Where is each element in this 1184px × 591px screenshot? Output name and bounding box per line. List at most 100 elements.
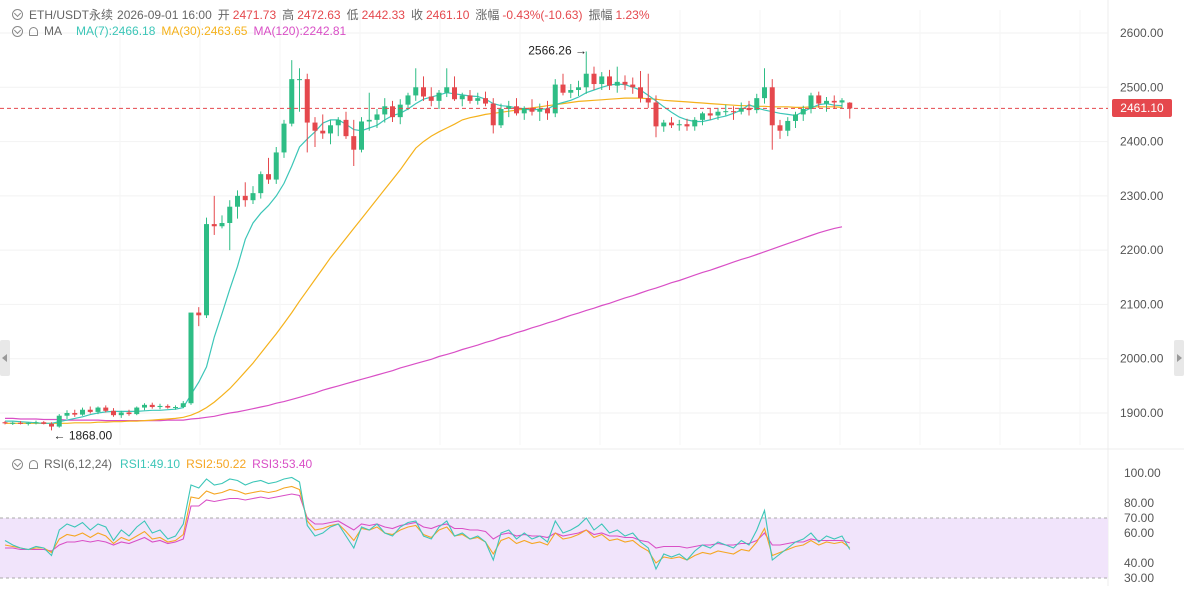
high-label: 高 [282, 8, 295, 22]
candle-body [157, 405, 163, 408]
scroll-left-arrow-icon[interactable] [0, 340, 10, 376]
candle-body [33, 422, 39, 424]
max-price-label: 2566.26 → [528, 43, 587, 57]
candle-body [692, 119, 698, 127]
collapse-toggle-icon[interactable] [12, 9, 23, 20]
candle-body [405, 95, 411, 105]
candle-body [638, 87, 643, 99]
candle-body [777, 125, 783, 131]
low-label: 低 [346, 8, 359, 22]
candle-body [467, 95, 473, 101]
candle-body [560, 84, 566, 93]
candle-body [382, 106, 388, 115]
candle-body [436, 92, 442, 101]
candle-body [64, 413, 70, 416]
candle-body [118, 412, 124, 416]
candle-body [715, 111, 721, 116]
candle-body [149, 404, 155, 408]
alert-bell-icon[interactable] [29, 26, 38, 36]
candle-body [266, 174, 271, 180]
candle-body [281, 123, 287, 153]
candle-body [545, 109, 550, 114]
candle-body [328, 125, 333, 134]
candle-body [413, 87, 419, 96]
candle-body [552, 84, 558, 114]
candle-body [142, 404, 147, 408]
chart-stage: 2600.00 2500.00 2400.00 2300.00 2200.00 2100.… [0, 0, 1184, 586]
ma120-line [5, 226, 843, 422]
candle-body [297, 79, 302, 81]
chart-canvas[interactable]: 2600.00 2500.00 2400.00 2300.00 2200.00 2100.… [0, 0, 1184, 586]
rsi3-legend: RSI3:53.40 [252, 457, 313, 471]
candle-body [785, 120, 791, 131]
candle-body [134, 407, 140, 415]
price-tick-label: 1900.00 [1120, 406, 1164, 420]
candle-body [80, 409, 85, 415]
candle-body [599, 76, 605, 85]
candle-body [56, 415, 62, 427]
candle-body [2, 422, 8, 424]
candle-body [475, 98, 481, 101]
candle-body [428, 96, 434, 101]
ma-label: MA [44, 24, 62, 38]
rsi-collapse-icon[interactable] [12, 458, 23, 470]
candle-body [444, 87, 450, 93]
candle-body [10, 422, 16, 424]
candle-body [320, 130, 326, 134]
change-label: 涨幅 [475, 8, 500, 22]
candle-body [824, 100, 829, 104]
candle-body [653, 102, 659, 127]
candle-body [483, 98, 488, 104]
candle-body [235, 195, 240, 207]
last-price-tag: 2461.10 [1112, 99, 1172, 118]
candle-body [359, 121, 364, 150]
candle-body [684, 124, 690, 127]
candle-body [816, 95, 822, 104]
rsi-tick-label: 60.00 [1124, 526, 1154, 540]
candle-body [343, 119, 349, 137]
ohlc-info-row: ETH/USDT永续 2026-09-01 16:00 开 2471.73 高 … [12, 6, 656, 23]
ma-collapse-icon[interactable] [12, 25, 23, 37]
candle-body [459, 95, 465, 100]
close-label: 收 [410, 8, 423, 22]
candle-body [41, 422, 47, 424]
candle-body [568, 90, 574, 93]
open-label: 开 [217, 8, 230, 22]
candle-body [227, 206, 233, 223]
price-tick-label: 2100.00 [1120, 297, 1164, 311]
min-price-label: ← 1868.00 [54, 428, 113, 442]
candle-body [591, 73, 597, 85]
ma30-line [5, 97, 843, 424]
candle-body [173, 407, 178, 409]
rsi-tick-label: 70.00 [1124, 511, 1154, 525]
candle-body [839, 100, 845, 103]
candle-body [676, 124, 682, 126]
candle-body [312, 122, 318, 131]
candle-body [25, 422, 31, 424]
candle-body [366, 119, 372, 122]
candle-body [452, 87, 457, 100]
candle-body [614, 81, 620, 86]
candle-body [645, 98, 651, 103]
candle-body [374, 114, 380, 120]
candle-body [490, 103, 496, 126]
price-tick-label: 2000.00 [1120, 352, 1164, 366]
candle-body [831, 100, 837, 103]
candle-body [397, 104, 403, 118]
candle-body [421, 87, 426, 97]
rsi1-legend: RSI1:49.10 [120, 457, 181, 471]
candle-body [630, 84, 636, 88]
price-tick-label: 2500.00 [1120, 80, 1164, 94]
candle-body [731, 111, 736, 113]
candle-body [661, 122, 667, 127]
candle-body [103, 407, 109, 411]
scroll-right-arrow-icon[interactable] [1174, 340, 1184, 376]
symbol-label: ETH/USDT永续 [29, 8, 114, 22]
rsi-tick-label: 30.00 [1124, 571, 1154, 585]
candle-body [273, 152, 279, 180]
candle-body [800, 109, 806, 115]
datetime-label: 2026-09-01 16:00 [117, 7, 212, 22]
rsi-alert-bell-icon[interactable] [29, 459, 38, 469]
candle-body [707, 113, 713, 116]
candle-body [514, 106, 519, 114]
